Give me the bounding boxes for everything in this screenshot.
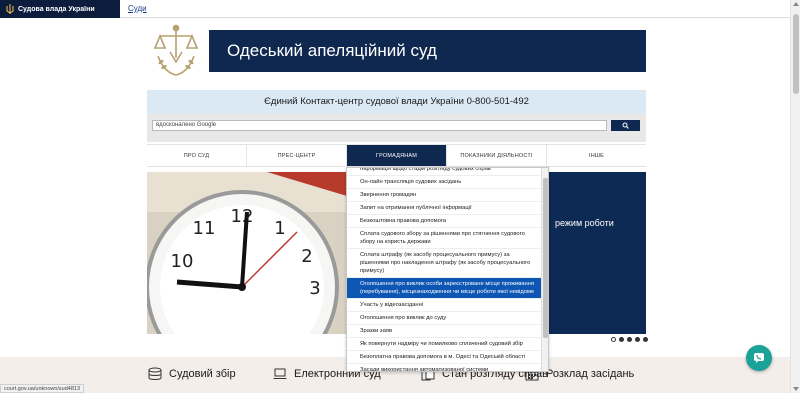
scroll-up-arrow-icon[interactable] [793, 2, 799, 6]
chat-button[interactable] [746, 345, 772, 371]
nav-item-other[interactable]: ІНШЕ [547, 145, 646, 166]
phone-chat-icon [754, 353, 764, 363]
dropdown-item[interactable]: Як повернути надміру чи помилково сплаче… [347, 338, 543, 351]
brand-label: Судова влада України [18, 5, 95, 13]
page-scrollbar[interactable] [790, 0, 800, 393]
dropdown-item[interactable]: Зразки заяв [347, 325, 543, 338]
scales-of-justice-emblem-icon[interactable] [150, 22, 202, 78]
contact-search-panel: Єдиний Контакт-центр судової влади Украї… [147, 90, 646, 142]
slider-dot[interactable] [643, 337, 648, 342]
dropdown-item[interactable]: Сплата штрафу (як засобу процесуального … [347, 249, 543, 278]
status-bar-url: court.gov.ua/unknown/sud4813 [0, 384, 85, 393]
dropdown-scrollbar-thumb[interactable] [543, 178, 548, 338]
svg-text:1: 1 [274, 218, 285, 239]
quick-link-court-fee[interactable]: Судовий збір [147, 367, 236, 381]
coins-icon [148, 367, 162, 380]
dropdown-item[interactable]: Засади використання автоматизованої сист… [347, 364, 543, 371]
svg-text:2: 2 [301, 246, 312, 267]
nav-item-about[interactable]: ПРО СУД [147, 145, 247, 166]
search-icon [622, 122, 629, 129]
clock-photo: 12 1 2 3 11 10 [147, 172, 367, 334]
dropdown-scrollbar[interactable] [541, 168, 548, 371]
slider-dots [611, 337, 648, 342]
top-bar: Судова влада України Суди [0, 0, 790, 18]
slider-dot[interactable] [619, 337, 624, 342]
svg-text:10: 10 [171, 251, 194, 272]
nav-item-performance[interactable]: ПОКАЗНИКИ ДІЯЛЬНОСТІ [447, 145, 547, 166]
search-button[interactable] [611, 120, 640, 131]
slider-dot[interactable] [635, 337, 640, 342]
dropdown-item[interactable]: Оголошення про виклик особи зареєстрован… [347, 278, 543, 299]
quick-link-label: Розклад засідань [546, 368, 635, 380]
dropdown-item[interactable]: Участь у відеозасіданні [347, 299, 543, 312]
court-name-title: Одеський апеляційний суд [227, 41, 437, 60]
scroll-down-arrow-icon[interactable] [793, 387, 799, 391]
dropdown-list: Інформація щодо стадій розгляду судових … [347, 168, 543, 371]
court-name-banner[interactable]: Одеський апеляційний суд [209, 30, 646, 72]
slider-dot[interactable] [627, 337, 632, 342]
trident-icon [6, 4, 14, 14]
nav-item-citizens[interactable]: ГРОМАДЯНАМ [347, 145, 447, 166]
hero-caption[interactable]: режим роботи [555, 218, 614, 228]
slider-dot[interactable] [611, 337, 616, 342]
search-input[interactable]: вдосконалено Google [152, 120, 607, 131]
svg-text:3: 3 [309, 278, 320, 299]
dropdown-item[interactable]: Запит на отримання публічної інформації [347, 202, 543, 215]
scrollbar-thumb[interactable] [793, 14, 799, 94]
dropdown-item[interactable]: Інформація щодо стадій розгляду судових … [347, 168, 543, 176]
judiciary-brand[interactable]: Судова влада України [0, 0, 120, 18]
quick-link-label: Судовий збір [169, 368, 236, 380]
nav-item-press-center[interactable]: ПРЕС-ЦЕНТР [247, 145, 347, 166]
dropdown-item[interactable]: Оголошення про виклик до суду [347, 312, 543, 325]
dropdown-item[interactable]: Сплата судового збору за рішеннями про с… [347, 228, 543, 249]
contact-center-text: Єдиний Контакт-центр судової влади Украї… [264, 96, 529, 107]
courts-link[interactable]: Суди [128, 4, 147, 13]
dropdown-item[interactable]: Безкоштовна правова допомога [347, 215, 543, 228]
main-nav: ПРО СУД ПРЕС-ЦЕНТР ГРОМАДЯНАМ ПОКАЗНИКИ … [147, 144, 646, 167]
svg-text:12: 12 [231, 206, 254, 227]
laptop-icon [273, 368, 287, 379]
dropdown-item[interactable]: Он-лайн трансляція судових засідань [347, 176, 543, 189]
dropdown-item[interactable]: Безоплатна правова допомога в м. Одесі т… [347, 351, 543, 364]
citizens-dropdown-menu[interactable]: Інформація щодо стадій розгляду судових … [346, 167, 549, 372]
dropdown-item[interactable]: Звернення громадян [347, 189, 543, 202]
svg-text:11: 11 [193, 218, 216, 239]
